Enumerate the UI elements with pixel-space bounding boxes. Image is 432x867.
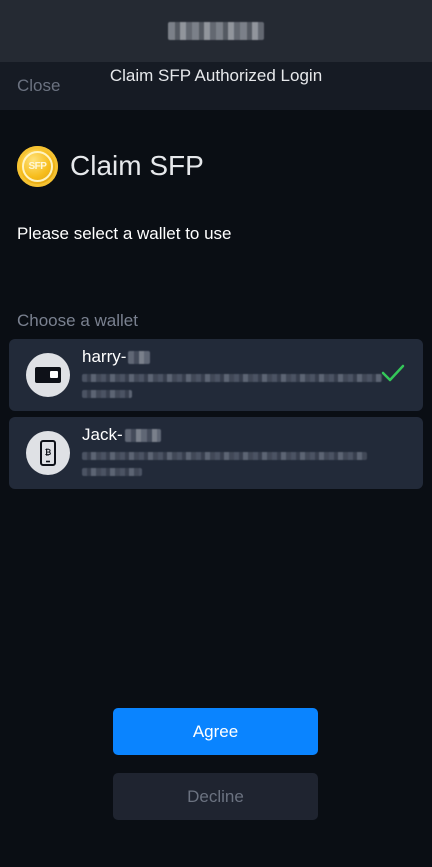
brand-name: Claim SFP [70, 150, 204, 181]
blurred-url [168, 22, 264, 40]
dialog-title: Claim SFP Authorized Login [109, 66, 323, 85]
wallet-name: harry- [82, 347, 151, 367]
wallet-name-label: Jack- [82, 425, 123, 444]
choose-wallet-label: Choose a wallet [17, 311, 138, 330]
sfp-logo-text: SFP [22, 150, 53, 182]
browser-url-bar [0, 0, 432, 62]
blurred-name-suffix [124, 428, 161, 442]
blurred-name-suffix [128, 350, 151, 364]
blurred-address [82, 374, 382, 382]
decline-button[interactable]: Decline [113, 773, 318, 820]
sfp-logo-icon: SFP [17, 145, 58, 187]
close-button[interactable]: Close [17, 76, 60, 96]
agree-button[interactable]: Agree [113, 708, 318, 755]
wallet-name: Jack- [82, 425, 161, 445]
wallet-item-harry[interactable]: harry- [9, 339, 423, 411]
wallet-name-label: harry- [82, 347, 127, 366]
blurred-address-tail [82, 468, 142, 476]
blurred-address-tail [82, 390, 132, 398]
select-wallet-prompt: Please select a wallet to use [17, 224, 232, 243]
card-wallet-icon [26, 353, 70, 397]
blurred-address [82, 452, 367, 460]
checkmark-icon [381, 364, 405, 382]
wallet-item-jack[interactable]: ₿ Jack- [9, 417, 423, 489]
brand: SFP Claim SFP [17, 145, 204, 187]
phone-wallet-icon: ₿ [26, 431, 70, 475]
svg-text:₿: ₿ [45, 448, 52, 457]
dialog-header: Close Claim SFP Authorized Login [0, 62, 432, 110]
